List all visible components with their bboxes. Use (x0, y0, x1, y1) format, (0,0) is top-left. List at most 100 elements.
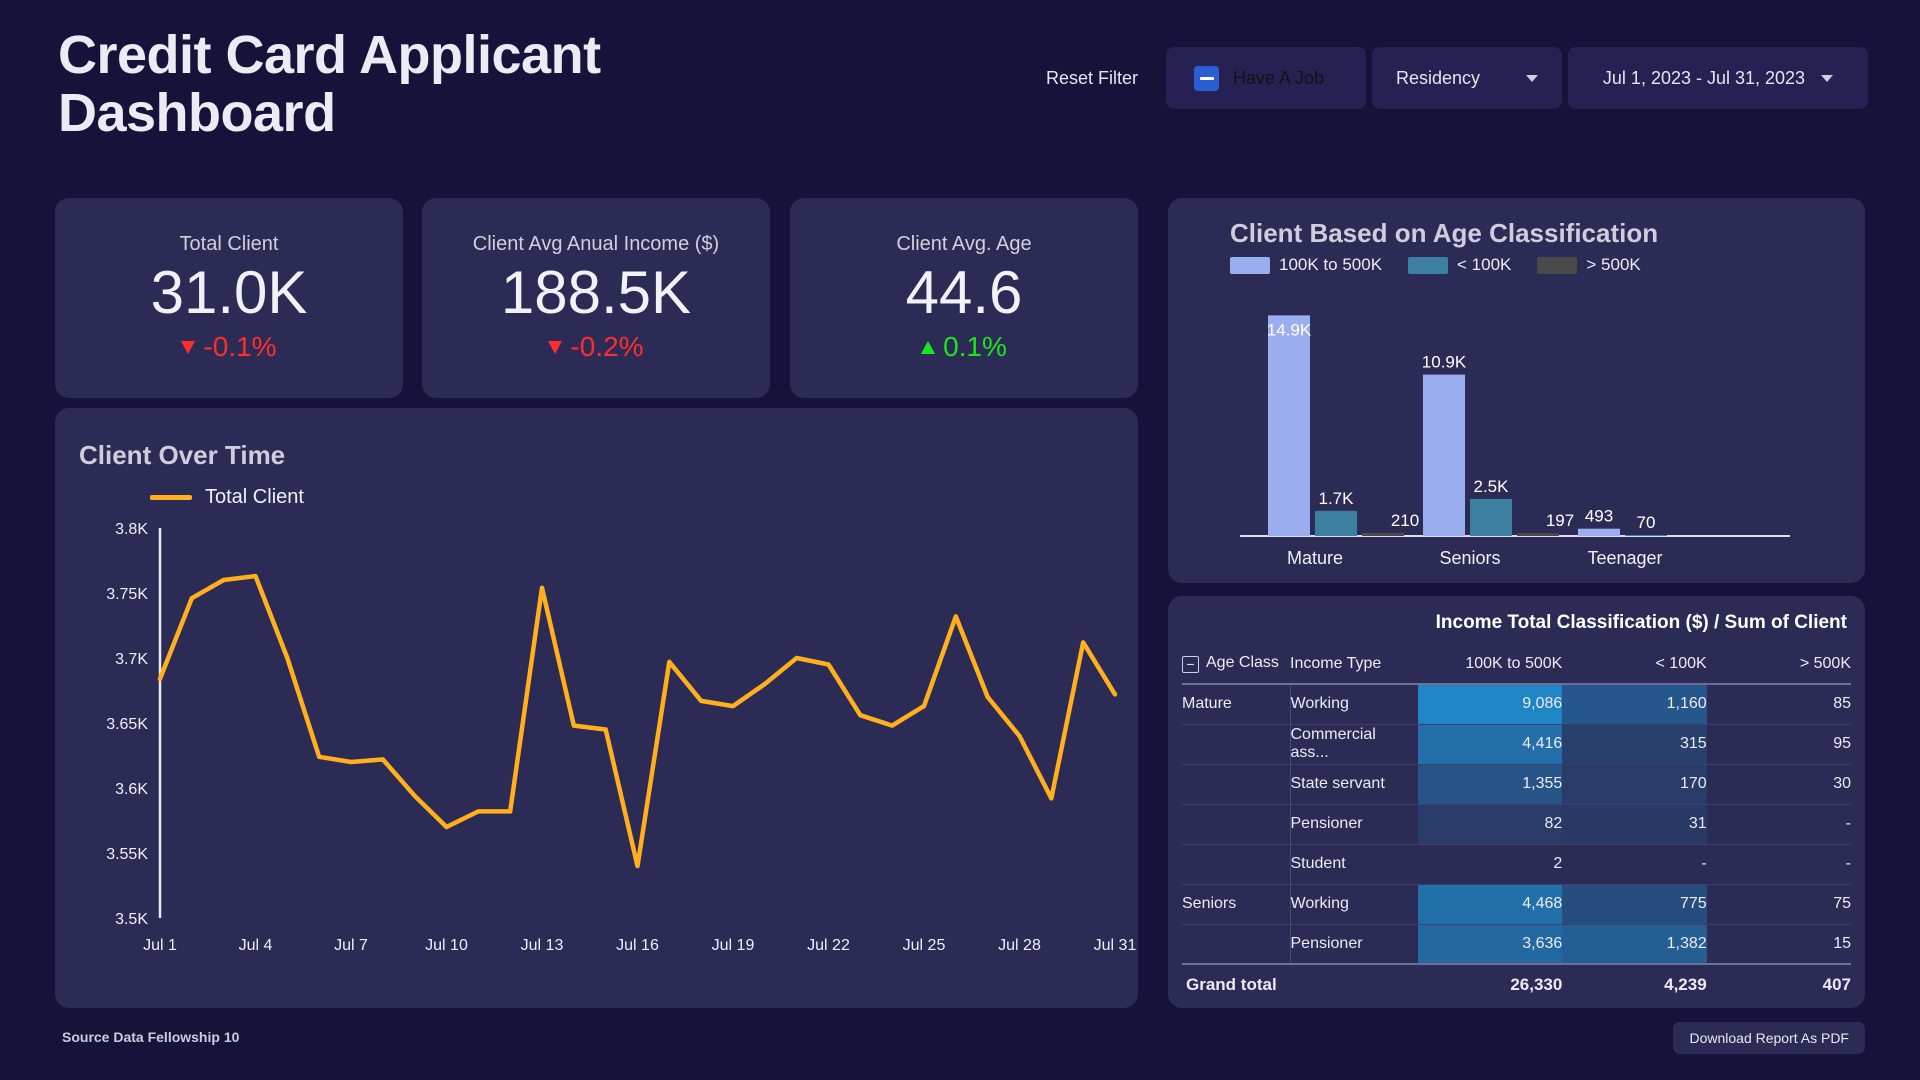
line-chart-svg: 3.5K 3.55K 3.6K 3.65K 3.7K 3.75K 3.8K Jul 1 Jul … (106, 521, 1137, 954)
reset-filter-label: Reset Filter (1045, 67, 1138, 88)
cell-100k-500k[interactable]: 4,468 (1418, 884, 1563, 925)
kpi-card-avg-annual-income: Client Avg Anual Income ($) 188.5K -0.2% (422, 198, 770, 398)
cell-100k-500k[interactable]: 4,416 (1418, 724, 1563, 765)
bar-chart-title: Client Based on Age Classification (1230, 218, 1659, 248)
dashboard-header: Credit Card Applicant Dashboard Reset Fi… (0, 0, 1920, 170)
cell-over-500k[interactable]: 75 (1706, 884, 1851, 925)
cell-age-class (1182, 804, 1290, 845)
cell-over-500k[interactable]: 85 (1706, 684, 1851, 725)
cell-under-100k[interactable]: 775 (1562, 884, 1707, 925)
reset-filter-button[interactable]: Reset Filter (1024, 47, 1160, 109)
cell-100k-500k[interactable]: 3,636 (1418, 924, 1563, 965)
kpi-title: Client Avg. Age (896, 233, 1032, 255)
cell-under-100k[interactable]: - (1562, 844, 1707, 885)
page-title: Credit Card Applicant Dashboard (58, 25, 601, 144)
cell-income-type: Working (1289, 884, 1418, 925)
age-classification-panel: Client Based on Age Classification 100K … (1168, 198, 1865, 583)
kpi-value: 44.6 (905, 259, 1023, 326)
svg-text:Jul 1: Jul 1 (143, 937, 177, 954)
kpi-delta: 0.1% (921, 331, 1007, 363)
cell-under-100k[interactable]: 1,160 (1562, 684, 1707, 725)
table-header-row: − Age Class Income Type 100K to 500K < 10… (1182, 644, 1851, 685)
svg-text:3.5K: 3.5K (115, 911, 148, 928)
svg-text:3.8K: 3.8K (115, 521, 148, 538)
legend-item-under-100k[interactable]: < 100K (1408, 255, 1511, 275)
legend-item-100k-500k[interactable]: 100K to 500K (1230, 255, 1382, 275)
cell-over-500k[interactable]: 30 (1706, 764, 1851, 805)
col-label: > 500K (1799, 654, 1851, 672)
cell-100k-500k[interactable]: 82 (1418, 804, 1563, 845)
svg-text:3.75K: 3.75K (106, 586, 148, 603)
legend-swatch-icon (150, 495, 192, 500)
table-row[interactable]: Pensioner 82 31- (1182, 804, 1851, 845)
download-pdf-button[interactable]: Download Report As PDF (1673, 1022, 1865, 1054)
svg-text:70: 70 (1637, 513, 1656, 532)
table-row[interactable]: Mature Working 9,086 1,160 85 (1182, 684, 1851, 725)
legend-label: < 100K (1457, 255, 1512, 274)
cell-income-type: Pensioner (1289, 924, 1418, 965)
cell-over-500k[interactable]: 95 (1706, 724, 1851, 765)
legend-item-over-500k[interactable]: > 500K (1537, 255, 1641, 275)
kpi-card-avg-age: Client Avg. Age 44.6 0.1% (790, 198, 1138, 398)
cell-over-500k[interactable]: - (1706, 844, 1851, 885)
legend-swatch-icon (1230, 256, 1270, 274)
svg-text:3.6K: 3.6K (115, 781, 148, 798)
svg-text:1.7K: 1.7K (1319, 489, 1355, 508)
cell-under-100k[interactable]: 31 (1562, 804, 1707, 845)
col-label: < 100K (1655, 654, 1707, 672)
cell-age-class (1182, 844, 1290, 885)
arrow-down-icon (181, 340, 196, 354)
grand-total-100k-500k: 26,330 (1418, 963, 1563, 1004)
have-a-job-label: Have A Job (1233, 67, 1325, 88)
col-income-type[interactable]: Income Type (1290, 644, 1418, 685)
cell-income-type: State servant (1289, 764, 1418, 805)
kpi-delta-label: -0.1% (203, 331, 277, 362)
cell-100k-500k[interactable]: 1,355 (1418, 764, 1563, 805)
col-under-100k[interactable]: < 100K (1562, 644, 1707, 685)
legend-label: Total Client (205, 486, 304, 508)
bar-chart-legend[interactable]: 100K to 500K < 100K > 500K (1230, 255, 1655, 275)
cell-100k-500k[interactable]: 9,086 (1418, 684, 1563, 725)
svg-text:Jul 7: Jul 7 (334, 937, 368, 954)
cell-income-type: Pensioner (1289, 804, 1418, 845)
table-caption: Income Total Classification ($) / Sum of… (1435, 612, 1847, 633)
table-row[interactable]: Seniors Working 4,468 775 75 (1182, 884, 1851, 925)
income-classification-panel: Income Total Classification ($) / Sum of… (1168, 596, 1865, 1008)
table-row[interactable]: Student 2- - (1182, 844, 1851, 885)
svg-text:Jul 19: Jul 19 (712, 937, 755, 954)
cell-over-500k[interactable]: 15 (1706, 924, 1851, 965)
client-over-time-panel: Client Over Time Total Client 3.5K 3.55K 3… (55, 408, 1138, 1008)
cell-100k-500k[interactable]: 2 (1418, 844, 1563, 885)
residency-dropdown[interactable]: Residency (1372, 47, 1562, 109)
cell-income-type: Student (1289, 844, 1418, 885)
svg-text:Seniors: Seniors (1439, 548, 1500, 568)
cell-under-100k[interactable]: 170 (1562, 764, 1707, 805)
cell-under-100k[interactable]: 315 (1562, 724, 1707, 765)
residency-label: Residency (1396, 67, 1481, 88)
col-age-class[interactable]: − Age Class (1182, 644, 1290, 685)
collapse-toggle-icon[interactable]: − (1182, 656, 1199, 673)
table-row[interactable]: Pensioner 3,636 1,382 15 (1182, 924, 1851, 965)
chevron-down-icon (1526, 74, 1538, 82)
kpi-title: Total Client (179, 233, 279, 255)
cell-age-class: Seniors (1182, 884, 1290, 925)
grand-total-row: Grand total 26,330 4,239 407 (1182, 963, 1851, 1004)
pivot-table: − Age Class Income Type 100K to 500K < 10… (1182, 644, 1851, 1004)
date-range-picker[interactable]: Jul 1, 2023 - Jul 31, 2023 (1568, 47, 1868, 109)
svg-text:197: 197 (1546, 511, 1574, 530)
line-chart-legend[interactable]: Total Client (150, 486, 304, 509)
svg-text:Jul 31: Jul 31 (1094, 937, 1137, 954)
kpi-value: 31.0K (150, 259, 308, 326)
table-row[interactable]: State servant 1,355 170 30 (1182, 764, 1851, 805)
legend-label: > 500K (1586, 255, 1641, 274)
checkbox-indeterminate-icon[interactable] (1194, 65, 1219, 91)
legend-swatch-icon (1408, 256, 1449, 274)
svg-text:3.55K: 3.55K (106, 846, 148, 863)
cell-under-100k[interactable]: 1,382 (1562, 924, 1707, 965)
table-row[interactable]: Commercial ass... 4,416 315 95 (1182, 724, 1851, 765)
have-a-job-filter[interactable]: Have A Job (1166, 47, 1366, 109)
grand-total-label: Grand total (1182, 963, 1418, 1004)
cell-over-500k[interactable]: - (1706, 804, 1851, 845)
col-100k-500k[interactable]: 100K to 500K (1418, 644, 1563, 685)
col-over-500k[interactable]: > 500K (1706, 644, 1851, 685)
